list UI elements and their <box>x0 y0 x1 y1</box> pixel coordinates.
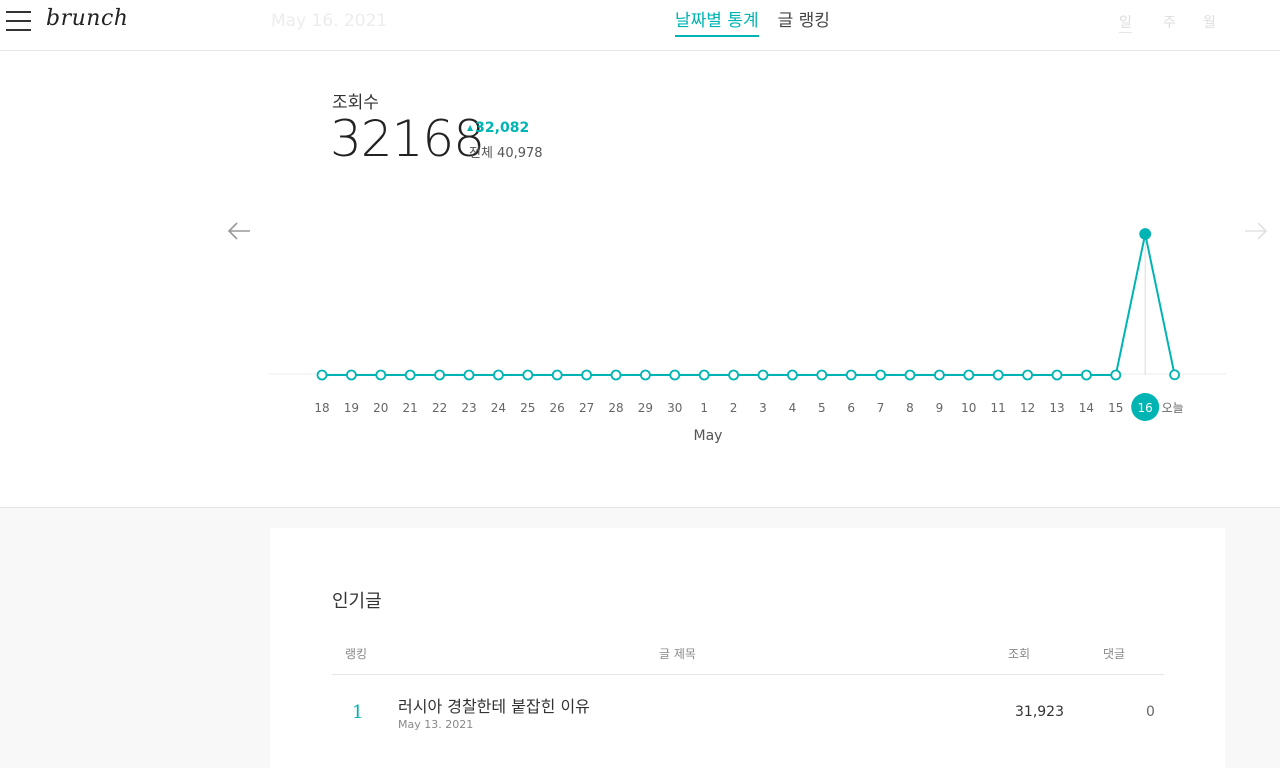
period-day[interactable]: 일 <box>1119 12 1132 33</box>
data-point <box>757 369 769 381</box>
x-tick-label: 18 <box>314 401 329 415</box>
x-tick-label: 13 <box>1049 401 1064 415</box>
brunch-logo[interactable]: brunch <box>46 6 128 31</box>
x-tick-label: 3 <box>759 401 767 415</box>
table-row[interactable]: 1 러시아 경찰한테 붙잡힌 이유 May 13. 2021 31,923 0 <box>332 676 1164 746</box>
x-tick-label: 21 <box>403 401 418 415</box>
x-tick-label: 오늘 <box>1162 401 1184 415</box>
tab-post-ranking[interactable]: 글 랭킹 <box>778 9 830 35</box>
data-point <box>728 369 739 381</box>
data-point <box>1081 369 1092 381</box>
data-point <box>904 369 916 381</box>
data-point <box>316 369 328 381</box>
x-tick-label: 20 <box>373 401 388 415</box>
x-tick-label: 23 <box>461 401 476 415</box>
data-point <box>816 369 828 381</box>
x-tick-label: 29 <box>638 401 653 415</box>
x-tick-label: 7 <box>877 401 885 415</box>
x-tick-label: 24 <box>491 401 506 415</box>
post-date: May 13. 2021 <box>398 718 474 731</box>
x-tick-label: 11 <box>991 401 1006 415</box>
data-point <box>845 369 857 381</box>
stats-tabs: 날짜별 통계 글 랭킹 <box>675 9 849 39</box>
data-point <box>934 369 945 381</box>
data-point <box>463 369 475 381</box>
chart-marks: 18 19 20 21 22 23 24 25 26 27 28 29 30 1 2 3 4 5 6 7 8 9 10 11 1… <box>314 228 1184 421</box>
period-month[interactable]: 월 <box>1203 12 1216 32</box>
arrow-left-icon[interactable] <box>226 218 252 244</box>
tab-daily-stats[interactable]: 날짜별 통계 <box>675 9 759 37</box>
x-tick-label: 8 <box>906 401 914 415</box>
data-point <box>345 369 357 381</box>
arrow-right-icon[interactable] <box>1243 218 1269 244</box>
data-point <box>1110 369 1122 381</box>
data-point <box>375 369 387 381</box>
post-views: 31,923 <box>1015 704 1064 720</box>
x-tick-label: 30 <box>667 401 682 415</box>
period-week[interactable]: 주 <box>1163 12 1176 32</box>
data-point <box>669 369 681 381</box>
x-tick-label: 14 <box>1079 401 1094 415</box>
data-point <box>610 369 622 381</box>
views-line-chart: 18 19 20 21 22 23 24 25 26 27 28 29 30 1 2 3 4 5 6 7 8 9 10 11 1… <box>268 228 1226 444</box>
stats-panel: 조회수 32168 ▲ 32,082 전체 40,978 18 19 20 21 22 23… <box>0 51 1280 508</box>
x-tick-label: 2 <box>730 401 738 415</box>
data-point <box>551 369 563 381</box>
x-axis-label: May <box>694 428 723 444</box>
data-point <box>492 369 504 381</box>
data-point <box>698 369 710 381</box>
data-point <box>1022 369 1033 381</box>
x-tick-label: 16 <box>1138 401 1153 415</box>
x-tick-label: 9 <box>936 401 944 415</box>
x-tick-label: 5 <box>818 401 826 415</box>
data-point <box>640 369 651 381</box>
popular-title: 인기글 <box>332 591 382 612</box>
header-date: May 16. 2021 <box>271 11 388 31</box>
data-point <box>963 369 975 381</box>
data-point <box>1051 369 1063 381</box>
table-header: 랭킹 글 제목 조회 댓글 <box>332 638 1164 675</box>
x-tick-label: 15 <box>1108 401 1123 415</box>
x-tick-label: 19 <box>344 401 359 415</box>
x-tick-label: 10 <box>961 401 976 415</box>
x-tick-label: 6 <box>847 401 855 415</box>
post-title[interactable]: 러시아 경찰한테 붙잡힌 이유 <box>398 693 590 717</box>
popular-posts-panel: 인기글 랭킹 글 제목 조회 댓글 1 러시아 경찰한테 붙잡힌 이유 May … <box>270 528 1225 768</box>
data-point <box>522 369 534 381</box>
menu-icon[interactable] <box>6 11 31 32</box>
x-tick-label: 27 <box>579 401 594 415</box>
x-tick-label: 4 <box>789 401 797 415</box>
series-line <box>322 233 1176 376</box>
data-point <box>1139 228 1152 240</box>
data-point <box>1169 369 1180 381</box>
data-point <box>992 369 1004 381</box>
x-tick-label: 25 <box>520 401 535 415</box>
data-point <box>581 369 592 381</box>
data-point <box>404 369 416 381</box>
col-comments: 댓글 <box>1103 647 1126 661</box>
post-rank: 1 <box>352 702 364 723</box>
x-tick-label: 28 <box>608 401 623 415</box>
col-title: 글 제목 <box>659 647 696 661</box>
top-header: brunch May 16. 2021 날짜별 통계 글 랭킹 일 주 월 <box>0 0 1280 51</box>
col-rank: 랭킹 <box>345 647 368 661</box>
data-point <box>875 369 886 381</box>
data-point <box>434 369 446 381</box>
data-point <box>787 369 798 381</box>
x-tick-label: 22 <box>432 401 447 415</box>
col-views: 조회 <box>1008 647 1031 661</box>
x-tick-label: 26 <box>550 401 565 415</box>
post-comments: 0 <box>1146 704 1155 720</box>
x-tick-label: 1 <box>700 401 708 415</box>
x-tick-label: 12 <box>1020 401 1035 415</box>
